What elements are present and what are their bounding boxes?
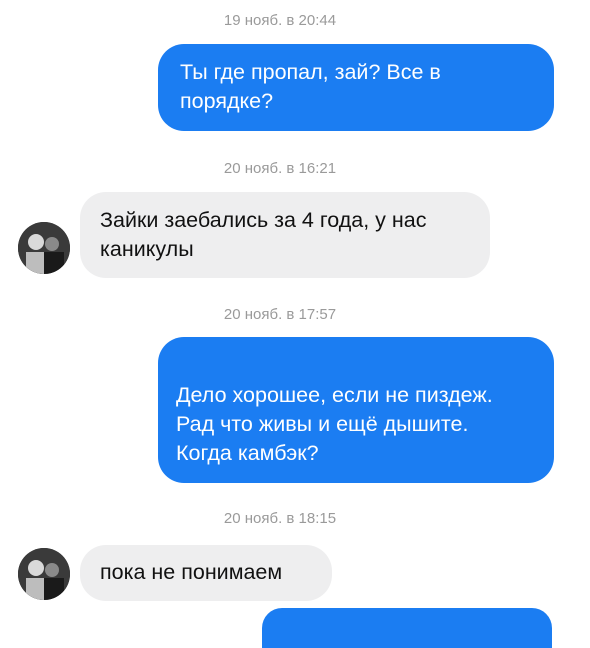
incoming-message-bubble[interactable]: Зайки заебались за 4 года, у нас каникул…	[80, 192, 490, 278]
message-text: Дело хорошее, если не пиздеж. Рад что жи…	[176, 383, 493, 465]
message-timestamp: 20 нояб. в 16:21	[223, 160, 337, 177]
outgoing-message-bubble[interactable]: Ты где пропал, зай? Все в порядке?	[158, 44, 554, 131]
message-timestamp: 19 нояб. в 20:44	[223, 12, 337, 29]
outgoing-message-bubble-partial[interactable]	[262, 608, 552, 648]
contact-avatar[interactable]	[18, 548, 70, 600]
message-text: Ты где пропал, зай? Все в порядке?	[180, 60, 441, 113]
outgoing-message-bubble[interactable]: Дело хорошее, если не пиздеж. Рад что жи…	[158, 337, 554, 483]
message-timestamp: 20 нояб. в 17:57	[223, 306, 337, 323]
message-timestamp: 20 нояб. в 18:15	[223, 510, 337, 527]
message-text: пока не понимаем	[100, 560, 283, 584]
incoming-message-bubble[interactable]: пока не понимаем	[80, 545, 332, 601]
contact-avatar[interactable]	[18, 222, 70, 274]
message-text: Зайки заебались за 4 года, у нас каникул…	[100, 208, 427, 261]
